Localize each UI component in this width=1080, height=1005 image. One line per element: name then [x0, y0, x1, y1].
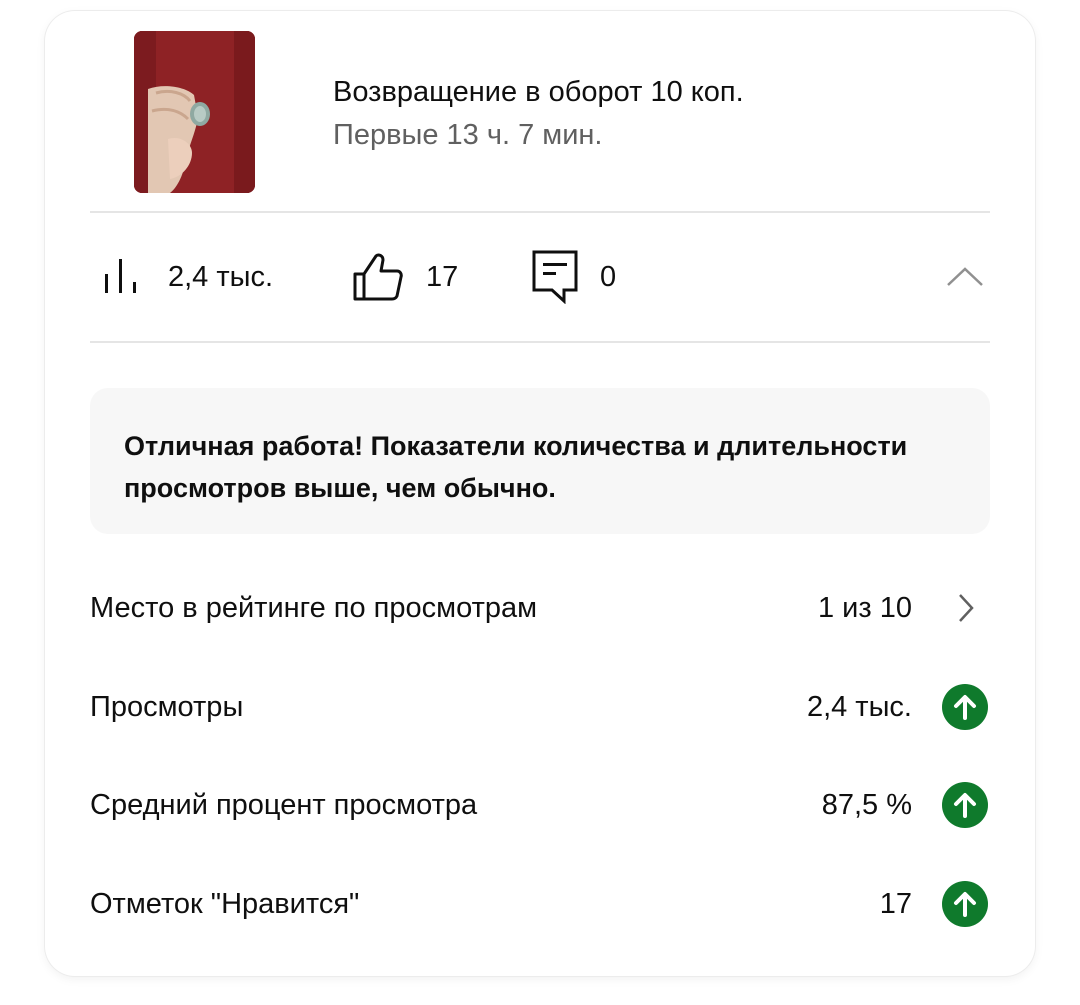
metric-row-likes: Отметок "Нравится" 17 [90, 874, 990, 934]
video-header[interactable]: Возвращение в оборот 10 коп. Первые 13 ч… [45, 11, 1035, 212]
video-analytics-card: Возвращение в оборот 10 коп. Первые 13 ч… [45, 11, 1035, 976]
bar-chart-icon [102, 257, 146, 297]
chevron-up-icon [945, 267, 985, 301]
metric-value: 87,5 % [821, 788, 912, 821]
metric-value: 1 из 10 [818, 591, 912, 624]
views-stat: 2,4 тыс. [102, 213, 273, 341]
video-thumbnail[interactable] [134, 31, 255, 193]
trend-indicator [940, 780, 990, 830]
video-title[interactable]: Возвращение в оборот 10 коп. [333, 76, 744, 109]
metric-value: 17 [879, 887, 912, 920]
arrow-up-icon [942, 881, 988, 927]
metric-row-avg-percent: Средний процент просмотра 87,5 % [90, 775, 990, 835]
performance-message: Отличная работа! Показатели количества и… [90, 388, 990, 534]
views-count: 2,4 тыс. [168, 260, 274, 293]
comments-count: 0 [600, 260, 617, 293]
comment-icon [532, 250, 578, 304]
metric-row-rank[interactable]: Место в рейтинге по просмотрам 1 из 10 [90, 578, 990, 638]
collapse-button[interactable] [945, 257, 985, 297]
divider [90, 341, 990, 343]
performance-message-text: Отличная работа! Показатели количества и… [124, 431, 908, 503]
arrow-up-icon [942, 684, 988, 730]
trend-indicator [940, 682, 990, 732]
video-period: Первые 13 ч. 7 мин. [333, 119, 603, 151]
likes-stat: 17 [352, 213, 458, 341]
arrow-up-icon [942, 782, 988, 828]
chevron-right-icon[interactable] [940, 583, 990, 633]
likes-count: 17 [426, 260, 459, 293]
metric-value: 2,4 тыс. [806, 690, 912, 723]
trend-indicator [940, 879, 990, 929]
stats-row: 2,4 тыс. 17 0 [45, 213, 1035, 341]
metric-row-views: Просмотры 2,4 тыс. [90, 677, 990, 737]
comments-stat: 0 [532, 213, 616, 341]
metric-label: Отметок "Нравится" [90, 887, 360, 920]
thumb-up-icon [352, 252, 404, 302]
